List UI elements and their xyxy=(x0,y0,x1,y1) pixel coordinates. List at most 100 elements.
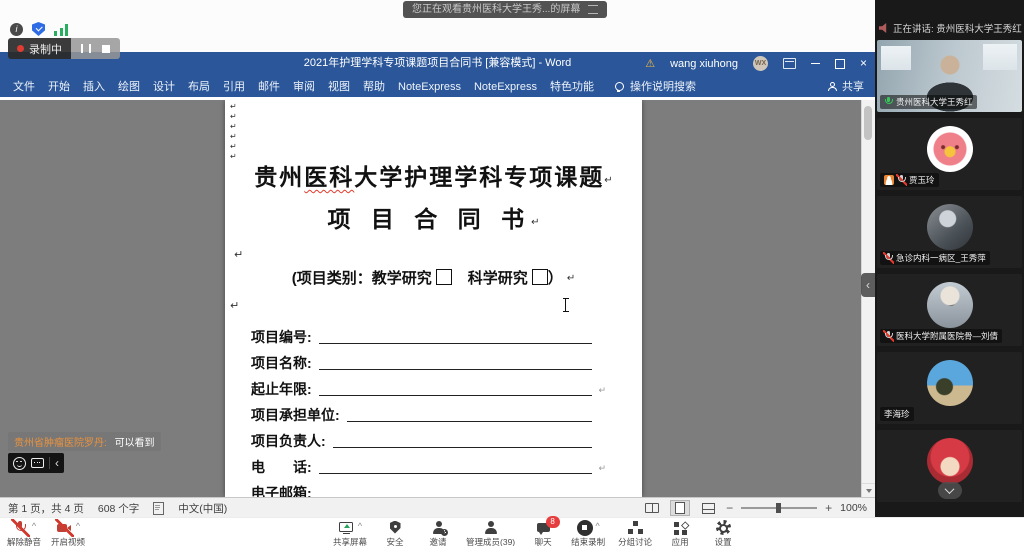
toolbar-item-invite[interactable]: 邀请 xyxy=(423,519,453,546)
ribbon-tab-10[interactable]: 视图 xyxy=(328,81,350,93)
paragraph-mark-icon: ↵ xyxy=(230,122,237,132)
zoom-slider[interactable] xyxy=(741,507,817,509)
toolbar-item-camera-off[interactable]: ^开启视频 xyxy=(51,519,85,546)
toolbar-item-chat[interactable]: 8聊天 xyxy=(528,519,558,546)
ribbon-tab-5[interactable]: 设计 xyxy=(153,81,175,93)
share-button[interactable]: 共享 xyxy=(827,75,864,97)
page-indicator[interactable]: 第 1 页，共 4 页 xyxy=(8,501,84,516)
ribbon-tab-6[interactable]: 布局 xyxy=(188,81,210,93)
document-page[interactable]: ↵↵↵↵↵↵ 贵州医科大学护理学科专项课题↵ 项 目 合 同 书↵ ↵ (项目类… xyxy=(225,100,642,497)
print-layout-button[interactable] xyxy=(670,500,690,516)
zoom-out-button[interactable]: − xyxy=(726,498,733,518)
warning-icon: ⚠ xyxy=(645,57,655,70)
toolbar-item-label: 共享屏幕 xyxy=(333,536,367,546)
chat-unread-badge: 8 xyxy=(546,516,560,528)
field-underline[interactable] xyxy=(319,394,592,396)
recording-dot-icon xyxy=(17,45,24,52)
field-label: 电子邮箱: xyxy=(251,483,312,497)
meeting-quick-icons: i xyxy=(10,22,68,36)
ribbon-tab-14[interactable]: 特色功能 xyxy=(550,81,594,93)
paragraph-mark-icon: ↵ xyxy=(230,299,239,312)
ribbon-tab-3[interactable]: 插入 xyxy=(83,81,105,93)
teaching-research-checkbox[interactable] xyxy=(436,269,452,285)
field-underline[interactable] xyxy=(347,420,592,422)
ribbon-tab-7[interactable]: 引用 xyxy=(223,81,245,93)
emoji-icon[interactable] xyxy=(13,457,26,470)
toolbar-item-members[interactable]: 管理成员(39) xyxy=(466,519,515,546)
toolbar-item-mic-off[interactable]: ^ 解除静音 xyxy=(7,519,41,546)
ribbon-tab-8[interactable]: 邮件 xyxy=(258,81,280,93)
participant-tile[interactable]: 李海珍 xyxy=(877,352,1022,424)
toolbar-item-stop-record[interactable]: ^结束录制 xyxy=(571,519,605,546)
ribbon-options-icon[interactable] xyxy=(783,58,796,69)
paragraph-mark-icon: ↵ xyxy=(230,142,237,152)
scrollbar-thumb[interactable] xyxy=(864,106,872,140)
contract-field-row: 项目承担单位: xyxy=(251,399,592,425)
tell-me-label: 操作说明搜索 xyxy=(630,78,696,94)
toolbar-item-label: 解除静音 xyxy=(7,536,41,546)
avatar[interactable]: WX xyxy=(753,56,768,71)
minimize-button[interactable] xyxy=(811,63,820,65)
account-name[interactable]: wang xiuhong xyxy=(670,58,738,70)
toolbar-item-apps[interactable]: 应用 xyxy=(665,519,695,546)
network-signal-icon[interactable] xyxy=(54,24,68,36)
chat-bubble-icon[interactable] xyxy=(31,458,44,468)
scrollbar-down-arrow-icon[interactable] xyxy=(862,483,875,497)
close-button[interactable]: × xyxy=(860,52,867,75)
document-scrollbar[interactable] xyxy=(861,100,875,497)
participant-tile[interactable]: 医科大学附属医院骨—刘倩 xyxy=(877,274,1022,346)
science-research-checkbox[interactable] xyxy=(532,269,548,285)
toolbar-item-screen-share[interactable]: ^ 共享屏幕 xyxy=(333,519,367,546)
caret-icon[interactable]: ^ xyxy=(596,521,600,531)
field-underline[interactable] xyxy=(319,472,592,474)
field-label: 项目承担单位: xyxy=(251,405,340,425)
participant-tile[interactable]: 贾玉玲 xyxy=(877,118,1022,190)
caret-icon[interactable]: ^ xyxy=(32,521,36,531)
word-statusbar: 第 1 页，共 4 页 608 个字 中文(中国) − + 100% xyxy=(0,497,875,518)
stop-recording-icon[interactable] xyxy=(102,45,110,53)
sidebar-collapse-handle[interactable]: ‹ xyxy=(861,273,875,297)
language-indicator[interactable]: 中文(中国) xyxy=(178,501,227,516)
participant-name: 李海珍 xyxy=(884,408,910,420)
participant-tile[interactable]: 急诊内科一病区_王秀萍 xyxy=(877,196,1022,268)
proofing-icon[interactable] xyxy=(153,502,164,515)
pause-recording-icon[interactable] xyxy=(81,44,91,53)
web-layout-button[interactable] xyxy=(698,500,718,516)
tell-me-search[interactable]: 操作说明搜索 xyxy=(615,78,696,94)
banner-menu-icon[interactable] xyxy=(588,5,598,14)
ribbon-tab-2[interactable]: 开始 xyxy=(48,81,70,93)
zoom-level[interactable]: 100% xyxy=(840,502,867,514)
toolbar-item-settings[interactable]: 设置 xyxy=(708,519,738,546)
ribbon-tab-13[interactable]: NoteExpress xyxy=(474,81,537,93)
caret-icon[interactable]: ^ xyxy=(358,521,362,531)
stop-record-icon xyxy=(577,520,593,536)
ribbon-tab-9[interactable]: 审阅 xyxy=(293,81,315,93)
slash-icon xyxy=(55,519,74,537)
toolbar-item-shield[interactable]: 安全 xyxy=(380,519,410,546)
mic-on-icon xyxy=(884,97,893,107)
ribbon-tab-4[interactable]: 绘图 xyxy=(118,81,140,93)
ribbon-tab-1[interactable]: 文件 xyxy=(13,81,35,93)
info-icon[interactable]: i xyxy=(10,23,23,36)
field-underline[interactable] xyxy=(333,446,592,448)
chevron-down-icon xyxy=(945,484,955,494)
toolbar-item-breakout[interactable]: 分组讨论 xyxy=(618,519,652,546)
field-underline[interactable] xyxy=(319,342,592,344)
zoom-slider-thumb[interactable] xyxy=(776,503,781,513)
field-label: 项目负责人: xyxy=(251,431,326,451)
scroll-participants-down-button[interactable] xyxy=(938,482,962,499)
zoom-in-button[interactable]: + xyxy=(825,498,832,518)
restore-button[interactable] xyxy=(835,59,845,69)
collapse-left-icon[interactable]: ‹ xyxy=(55,453,59,473)
participant-name-label: 贾玉玲 xyxy=(880,173,939,187)
security-shield-icon[interactable] xyxy=(32,22,45,36)
caption-text: 可以看到 xyxy=(115,438,155,449)
read-mode-button[interactable] xyxy=(642,500,662,516)
field-underline[interactable] xyxy=(319,368,592,370)
participant-tile[interactable]: 贵州医科大学王秀红 xyxy=(877,40,1022,112)
caret-icon[interactable]: ^ xyxy=(76,521,80,531)
ribbon-tab-12[interactable]: NoteExpress xyxy=(398,81,461,93)
ribbon-tab-11[interactable]: 帮助 xyxy=(363,81,385,93)
word-titlebar: 2021年护理学科专项课题项目合同书 [兼容模式] - Word ⚠ wang … xyxy=(0,52,875,75)
word-count[interactable]: 608 个字 xyxy=(98,501,139,516)
